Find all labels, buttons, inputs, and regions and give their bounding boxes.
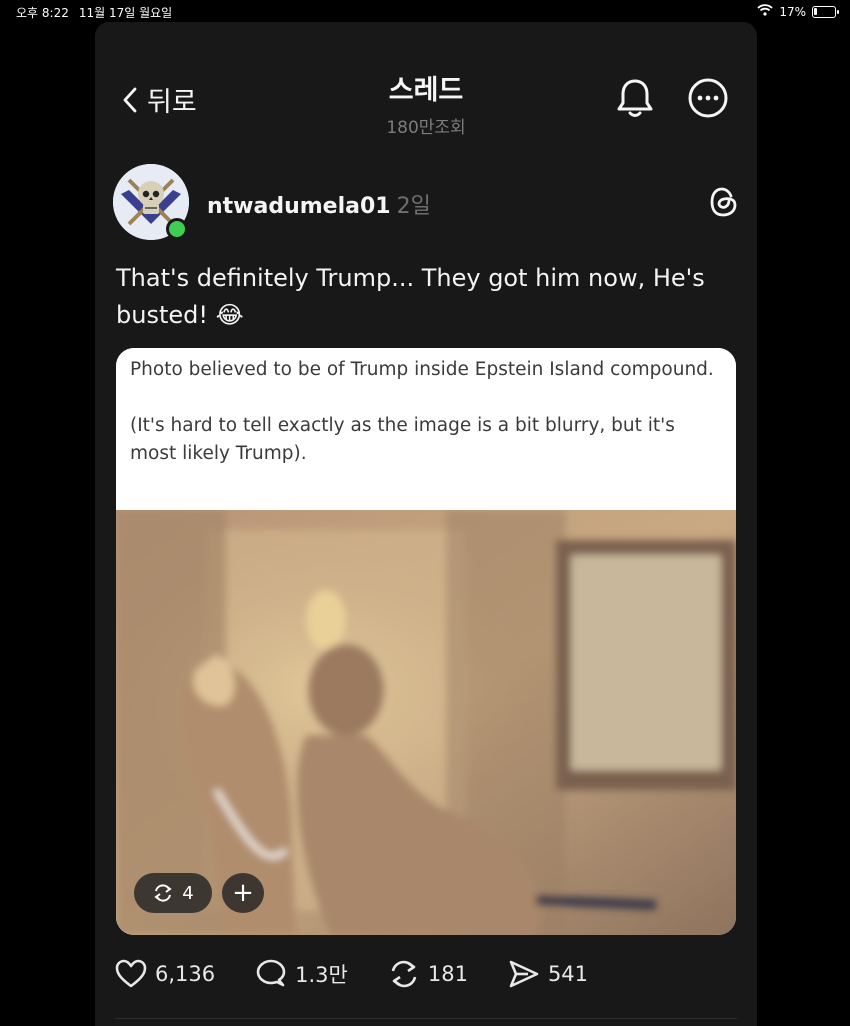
username[interactable]: ntwadumela01 2일: [207, 188, 431, 220]
view-count: 180만조회: [386, 118, 466, 138]
plus-icon: +: [232, 878, 254, 908]
repost-icon: [391, 960, 417, 988]
status-date: 11월 17일 월요일: [78, 6, 173, 20]
add-button[interactable]: +: [222, 873, 264, 913]
media-caption: Photo believed to be of Trump inside Eps…: [116, 348, 736, 510]
repost-chip[interactable]: 4: [134, 873, 212, 913]
like-count: 6,136: [155, 962, 216, 986]
online-status-dot: [166, 218, 188, 240]
notification-button[interactable]: [615, 77, 655, 123]
repost-chip-count: 4: [182, 882, 194, 904]
media-caption-line2: (It's hard to tell exactly as the image …: [130, 415, 675, 464]
wifi-icon: [757, 4, 773, 19]
heart-icon: [115, 959, 147, 988]
threads-logo-button[interactable]: [709, 186, 739, 222]
thread-panel: 뒤로 스레드 180만조회 ntwadumela01 2일 That's def…: [95, 22, 757, 1026]
comment-count: 1.3만: [295, 963, 348, 987]
header: 뒤로 스레드 180만조회: [95, 22, 757, 142]
laughing-emoji-icon: 😂: [215, 301, 244, 329]
more-icon: [688, 78, 728, 118]
page-title: 스레드: [388, 75, 464, 106]
action-bar: 6,136 1.3만 181 541: [115, 959, 628, 989]
share-button[interactable]: 541: [508, 959, 588, 989]
repost-icon: [154, 884, 172, 902]
bell-icon: [617, 79, 653, 117]
post-text: That's definitely Trump... They got him …: [116, 260, 726, 334]
media-caption-line1: Photo believed to be of Trump inside Eps…: [130, 359, 714, 380]
comment-icon: [256, 959, 286, 987]
battery-icon: [812, 5, 839, 18]
share-count: 541: [547, 962, 589, 986]
battery-percent: 17%: [779, 4, 806, 19]
comment-button[interactable]: 1.3만: [255, 959, 348, 989]
status-bar: 오후 8:22 11월 17일 월요일 17%: [0, 0, 850, 24]
blurry-photo: [116, 510, 736, 935]
send-icon: [509, 960, 539, 988]
post-time: 2일: [396, 194, 431, 219]
post-media[interactable]: Photo believed to be of Trump inside Eps…: [116, 348, 736, 935]
threads-icon: [710, 187, 737, 217]
more-options-button[interactable]: [687, 77, 729, 123]
like-button[interactable]: 6,136: [115, 959, 215, 989]
status-time: 오후 8:22: [16, 6, 69, 20]
repost-count: 181: [427, 962, 468, 986]
divider: [115, 1018, 737, 1019]
post-body: That's definitely Trump... They got him …: [116, 264, 705, 329]
post-author: ntwadumela01 2일: [113, 164, 739, 244]
username-text: ntwadumela01: [207, 194, 391, 219]
repost-button[interactable]: 181: [388, 959, 468, 989]
